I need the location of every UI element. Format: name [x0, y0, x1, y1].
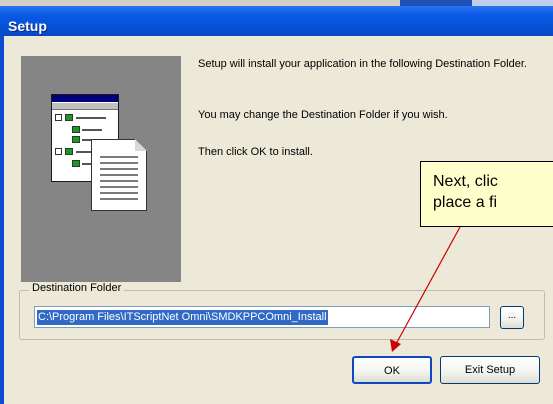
- click-ok-message: Then click OK to install.: [198, 146, 313, 158]
- ok-button[interactable]: OK: [352, 356, 432, 384]
- change-folder-message: You may change the Destination Folder if…: [198, 109, 448, 121]
- install-message: Setup will install your application in t…: [198, 58, 527, 70]
- window-frame-left: [0, 36, 4, 404]
- exit-setup-button[interactable]: Exit Setup: [440, 356, 540, 384]
- destination-path-field[interactable]: C:\Program Files\ITScriptNet Omni\SMDKPP…: [34, 306, 490, 328]
- callout-line-1: Next, clic: [433, 173, 498, 190]
- callout-line-2: place a fi: [433, 194, 498, 211]
- document-icon: [91, 139, 147, 211]
- title-bar[interactable]: Setup: [0, 6, 553, 36]
- instruction-callout: Next, clic place a fi: [420, 161, 553, 227]
- setup-illustration: [21, 56, 181, 282]
- window-title: Setup: [8, 18, 47, 34]
- destination-path-value: C:\Program Files\ITScriptNet Omni\SMDKPP…: [37, 310, 328, 325]
- destination-folder-label: Destination Folder: [29, 282, 125, 294]
- browse-button[interactable]: ...: [500, 306, 524, 329]
